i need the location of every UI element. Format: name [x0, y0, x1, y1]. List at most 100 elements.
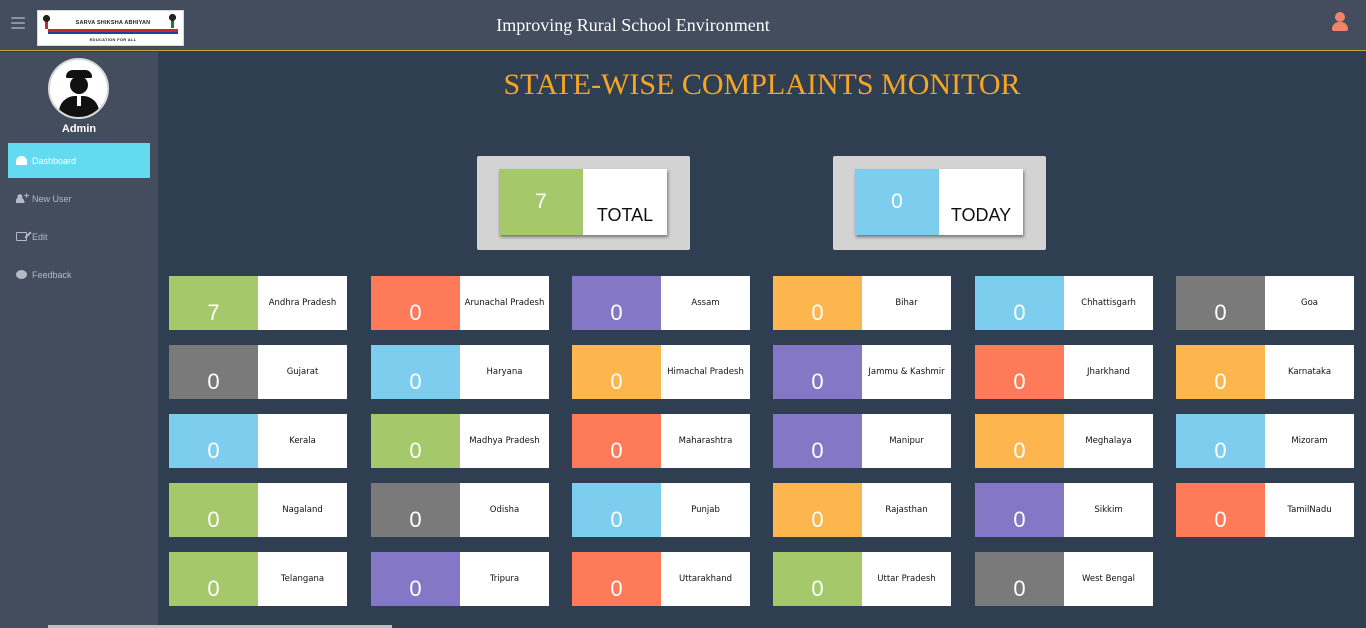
user-name: Admin: [61, 123, 97, 135]
state-card-telangana[interactable]: 0 Telangana: [169, 552, 347, 606]
state-complaint-count: 0: [975, 483, 1064, 537]
state-complaint-count: 0: [169, 345, 258, 399]
state-name: Jammu & Kashmir: [868, 367, 945, 377]
state-card-tamilnadu[interactable]: 0 TamilNadu: [1176, 483, 1354, 537]
state-name: Jharkhand: [1087, 367, 1130, 377]
state-card-madhya-pradesh[interactable]: 0 Madhya Pradesh: [371, 414, 549, 468]
state-name: Kerala: [289, 436, 316, 446]
state-complaint-count: 0: [1176, 414, 1265, 468]
state-card-haryana[interactable]: 0 Haryana: [371, 345, 549, 399]
state-name: Rajasthan: [885, 505, 928, 515]
state-complaint-count: 0: [371, 345, 460, 399]
state-name: Odisha: [489, 505, 520, 515]
state-name: West Bengal: [1081, 574, 1135, 584]
state-name: Punjab: [691, 505, 720, 515]
state-complaint-count: 0: [169, 552, 258, 606]
state-card-tripura[interactable]: 0 Tripura: [371, 552, 549, 606]
sidebar-item-feedback[interactable]: Feedback: [8, 257, 150, 292]
state-name: Uttarakhand: [678, 574, 733, 584]
state-complaint-count: 0: [975, 345, 1064, 399]
state-complaint-count: 0: [371, 276, 460, 330]
state-card-manipur[interactable]: 0 Manipur: [773, 414, 951, 468]
state-complaint-count: 0: [975, 276, 1064, 330]
state-card-rajasthan[interactable]: 0 Rajasthan: [773, 483, 951, 537]
state-name: Manipur: [889, 436, 924, 446]
edit-icon: [16, 232, 27, 241]
state-card-sikkim[interactable]: 0 Sikkim: [975, 483, 1153, 537]
ssa-logo: SARVA SHIKSHA ABHIYAN EDUCATION FOR ALL: [37, 10, 184, 46]
state-complaint-count: 0: [773, 552, 862, 606]
state-name: Arunachal Pradesh: [464, 298, 545, 308]
state-card-kerala[interactable]: 0 Kerala: [169, 414, 347, 468]
state-card-uttar-pradesh[interactable]: 0 Uttar Pradesh: [773, 552, 951, 606]
state-name: Bihar: [895, 298, 918, 308]
app-title: Improving Rural School Environment: [496, 15, 770, 35]
state-card-odisha[interactable]: 0 Odisha: [371, 483, 549, 537]
state-name: Tripura: [489, 574, 520, 584]
state-name: Gujarat: [286, 367, 319, 377]
today-label: TODAY: [950, 205, 1012, 225]
state-complaint-count: 0: [1176, 345, 1265, 399]
menu-toggle-icon[interactable]: [11, 17, 25, 29]
state-complaint-count: 7: [169, 276, 258, 330]
state-card-chhattisgarh[interactable]: 0 Chhattisgarh: [975, 276, 1153, 330]
sidebar-item-label: Feedback: [32, 269, 72, 280]
state-name: Nagaland: [282, 505, 323, 515]
state-name: Madhya Pradesh: [469, 436, 540, 446]
page-title: STATE-WISE COMPLAINTS MONITOR: [503, 68, 1021, 101]
state-card-mizoram[interactable]: 0 Mizoram: [1176, 414, 1354, 468]
state-name: Uttar Pradesh: [877, 574, 936, 584]
state-complaint-count: 0: [371, 414, 460, 468]
state-card-arunachal-pradesh[interactable]: 0 Arunachal Pradesh: [371, 276, 549, 330]
state-card-andhra-pradesh[interactable]: 7 Andhra Pradesh: [169, 276, 347, 330]
sidebar-item-label: New User: [32, 193, 72, 204]
state-complaint-count: 0: [773, 345, 862, 399]
state-card-uttarakhand[interactable]: 0 Uttarakhand: [572, 552, 750, 606]
state-name: Sikkim: [1094, 505, 1123, 515]
state-card-nagaland[interactable]: 0 Nagaland: [169, 483, 347, 537]
avatar: [48, 58, 109, 119]
logo-figure-right: [168, 14, 177, 28]
today-count: 0: [855, 169, 939, 235]
state-card-himachal-pradesh[interactable]: 0 Himachal Pradesh: [572, 345, 750, 399]
state-card-meghalaya[interactable]: 0 Meghalaya: [975, 414, 1153, 468]
state-complaint-count: 0: [371, 483, 460, 537]
user-account-icon[interactable]: [1331, 12, 1349, 32]
total-label: TOTAL: [596, 205, 654, 225]
user-plus-icon: [16, 191, 30, 203]
state-complaint-count: 0: [1176, 276, 1265, 330]
state-complaint-count: 0: [773, 276, 862, 330]
state-complaint-count: 0: [572, 345, 661, 399]
state-card-jammu-and-kashmir[interactable]: 0 Jammu & Kashmir: [773, 345, 951, 399]
state-complaint-count: 0: [1176, 483, 1265, 537]
sidebar-item-dashboard[interactable]: Dashboard: [8, 143, 150, 178]
state-card-gujarat[interactable]: 0 Gujarat: [169, 345, 347, 399]
state-name: Karnataka: [1287, 367, 1332, 377]
state-complaint-count: 0: [572, 552, 661, 606]
sidebar: Admin Dashboard New User Edit Feedback: [0, 52, 158, 628]
state-complaint-count: 0: [773, 414, 862, 468]
sidebar-item-new-user[interactable]: New User: [8, 181, 150, 216]
state-card-goa[interactable]: 0 Goa: [1176, 276, 1354, 330]
state-card-jharkhand[interactable]: 0 Jharkhand: [975, 345, 1153, 399]
state-card-punjab[interactable]: 0 Punjab: [572, 483, 750, 537]
logo-title: SARVA SHIKSHA ABHIYAN: [75, 20, 151, 26]
state-card-bihar[interactable]: 0 Bihar: [773, 276, 951, 330]
logo-subtitle: EDUCATION FOR ALL: [89, 37, 137, 42]
state-name: Chhattisgarh: [1081, 298, 1136, 308]
state-complaint-count: 0: [975, 414, 1064, 468]
state-card-maharashtra[interactable]: 0 Maharashtra: [572, 414, 750, 468]
state-name: Andhra Pradesh: [268, 298, 337, 308]
state-complaint-count: 0: [773, 483, 862, 537]
state-card-west-bengal[interactable]: 0 West Bengal: [975, 552, 1153, 606]
state-card-karnataka[interactable]: 0 Karnataka: [1176, 345, 1354, 399]
state-name: Goa: [1301, 298, 1318, 308]
state-name: Maharashtra: [678, 436, 733, 446]
sidebar-item-label: Edit: [32, 231, 48, 242]
state-name: Haryana: [486, 367, 523, 377]
sidebar-item-edit[interactable]: Edit: [8, 219, 150, 254]
state-name: Himachal Pradesh: [667, 367, 744, 377]
total-summary-card: 7 TOTAL: [477, 156, 690, 250]
state-card-assam[interactable]: 0 Assam: [572, 276, 750, 330]
state-name: Telangana: [280, 574, 325, 584]
